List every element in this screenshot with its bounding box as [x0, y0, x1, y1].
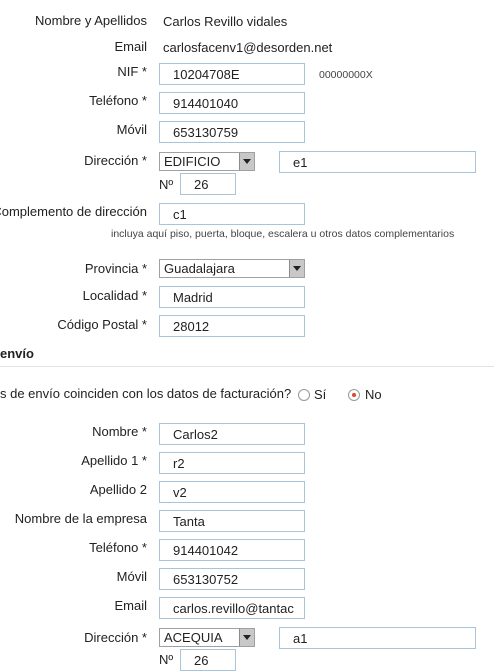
street-name-input[interactable]: e1	[279, 151, 476, 173]
postal-input[interactable]: 28012	[159, 315, 305, 337]
nif-input[interactable]: 10204708E	[159, 63, 305, 85]
ship-firstname-label: Nombre *	[92, 424, 147, 439]
mobile-label: Móvil	[116, 122, 147, 137]
ship-lastname2-label: Apellido 2	[89, 482, 147, 497]
street-type-select[interactable]: EDIFICIO	[159, 152, 255, 171]
ship-street-name-input[interactable]: a1	[279, 627, 476, 649]
shipping-section-title: envío	[0, 346, 34, 361]
name-value: Carlos Revillo vidales	[163, 14, 288, 29]
section-divider	[0, 366, 494, 367]
address-label: Dirección *	[84, 153, 147, 168]
ship-email-input[interactable]: carlos.revillo@tantac	[159, 597, 305, 619]
name-label: Nombre y Apellidos	[35, 13, 147, 28]
city-label: Localidad *	[82, 288, 147, 303]
ship-mobile-input[interactable]: 653130752	[159, 568, 305, 590]
phone-input[interactable]: 914401040	[159, 92, 305, 114]
email-value: carlosfacenv1@desorden.net	[163, 40, 333, 55]
ship-mobile-label: Móvil	[116, 569, 147, 584]
email-label: Email	[114, 39, 147, 54]
province-label: Provincia *	[84, 261, 147, 276]
nif-format-hint: 00000000X	[319, 69, 373, 81]
ship-lastname1-input[interactable]: r2	[159, 452, 305, 474]
radio-yes-label: Sí	[314, 387, 327, 402]
ship-street-type-select[interactable]: ACEQUIA	[159, 628, 255, 647]
ship-phone-label: Teléfono *	[89, 540, 147, 555]
ship-company-label: Nombre de la empresa	[14, 511, 147, 526]
ship-address-label: Dirección *	[84, 630, 147, 645]
ship-company-input[interactable]: Tanta	[159, 510, 305, 532]
ship-email-label: Email	[114, 598, 147, 613]
number-input[interactable]: 26	[180, 173, 236, 195]
province-select[interactable]: Guadalajara	[159, 259, 305, 278]
ship-number-input[interactable]: 26	[180, 649, 236, 671]
ship-number-label: Nº	[159, 652, 174, 667]
mobile-input[interactable]: 653130759	[159, 121, 305, 143]
radio-no[interactable]	[348, 389, 360, 401]
complement-hint: incluya aquí piso, puerta, bloque, escal…	[111, 228, 455, 240]
chevron-down-icon	[289, 260, 304, 277]
phone-label: Teléfono *	[89, 93, 147, 108]
radio-no-label: No	[365, 387, 382, 402]
province-value: Guadalajara	[164, 261, 235, 276]
same-address-question: s de envío coinciden con los datos de fa…	[0, 386, 292, 401]
ship-firstname-input[interactable]: Carlos2	[159, 423, 305, 445]
chevron-down-icon	[239, 629, 254, 646]
ship-street-type-value: ACEQUIA	[164, 630, 223, 645]
street-type-value: EDIFICIO	[164, 154, 221, 169]
complement-label: Complemento de dirección	[0, 204, 147, 219]
number-label: Nº	[159, 177, 174, 192]
ship-lastname1-label: Apellido 1 *	[81, 453, 147, 468]
city-input[interactable]: Madrid	[159, 286, 305, 308]
postal-label: Código Postal *	[57, 317, 147, 332]
radio-yes[interactable]	[298, 389, 310, 401]
ship-phone-input[interactable]: 914401042	[159, 539, 305, 561]
nif-label: NIF *	[117, 64, 147, 79]
chevron-down-icon	[239, 153, 254, 170]
complement-input[interactable]: c1	[159, 203, 305, 225]
ship-lastname2-input[interactable]: v2	[159, 481, 305, 503]
